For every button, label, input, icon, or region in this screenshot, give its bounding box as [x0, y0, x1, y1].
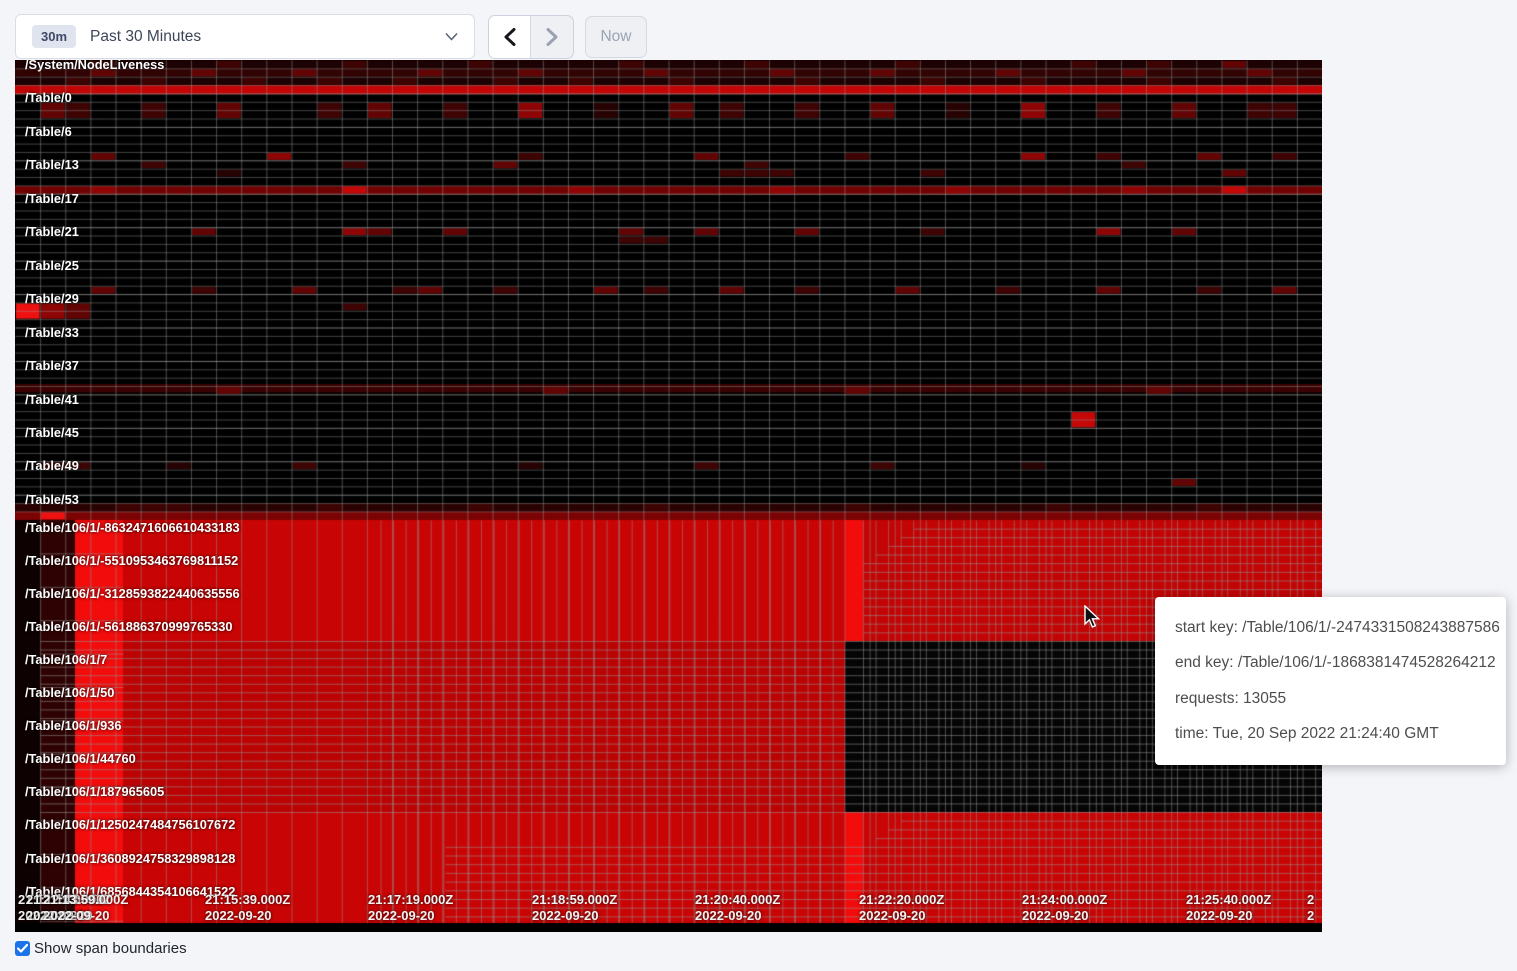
- tooltip-requests: requests: 13055: [1175, 690, 1486, 708]
- y-axis-label: /Table/106/1/-8632471606610433183: [25, 521, 240, 535]
- y-axis-label: /Table/6: [25, 125, 72, 139]
- y-axis-label: /Table/106/1/-5510953463769811152: [25, 554, 238, 568]
- y-axis-label: /Table/21: [25, 225, 79, 239]
- x-axis-tick: 21:13:59.000Z2022-09-20: [43, 892, 128, 924]
- y-axis-label: /Table/45: [25, 426, 79, 440]
- show-span-boundaries-checkbox[interactable]: [15, 941, 30, 956]
- y-axis-label: /Table/106/1/936: [25, 719, 122, 733]
- y-axis-label: /Table/106/1/44760: [25, 752, 136, 766]
- x-axis-tick: 21:24:00.000Z2022-09-20: [1022, 892, 1107, 924]
- y-axis-label: /Table/106/1/50: [25, 686, 114, 700]
- y-axis-label: /Table/53: [25, 493, 79, 507]
- toolbar: 30m Past 30 Minutes Now: [0, 0, 1517, 60]
- x-axis-tick: 21:18:59.000Z2022-09-20: [532, 892, 617, 924]
- x-axis-tick: 21:22:20.000Z2022-09-20: [859, 892, 944, 924]
- now-button[interactable]: Now: [585, 16, 647, 58]
- show-span-boundaries-label: Show span boundaries: [34, 940, 187, 957]
- keyviz-heatmap-canvas[interactable]: [15, 60, 1322, 932]
- tooltip-time: time: Tue, 20 Sep 2022 21:24:40 GMT: [1175, 725, 1486, 743]
- y-axis-label: /Table/41: [25, 393, 79, 407]
- y-axis-label: /Table/0: [25, 91, 72, 105]
- x-axis-tick: 21:25:40.000Z2022-09-20: [1186, 892, 1271, 924]
- y-axis-label: /System/NodeLiveness: [25, 60, 164, 72]
- mouse-cursor-icon: [1083, 605, 1101, 629]
- y-axis-label: /Table/49: [25, 459, 79, 473]
- nav-forward-button[interactable]: [531, 16, 573, 58]
- time-range-badge: 30m: [32, 25, 76, 48]
- tooltip-start-key: start key: /Table/106/1/-247433150824388…: [1175, 619, 1486, 637]
- y-axis-label: /Table/106/1/1250247484756107672: [25, 818, 235, 832]
- y-axis-label: /Table/106/1/187965605: [25, 785, 164, 799]
- tooltip-end-key: end key: /Table/106/1/-18683814745282642…: [1175, 654, 1486, 672]
- y-axis-label: /Table/33: [25, 326, 79, 340]
- nav-back-button[interactable]: [489, 16, 531, 58]
- y-axis-label: /Table/106/1/-561886370999765330: [25, 620, 233, 634]
- y-axis-label: /Table/17: [25, 192, 79, 206]
- y-axis-label: /Table/106/1/7: [25, 653, 107, 667]
- y-axis-label: /Table/13: [25, 158, 79, 172]
- time-range-label: Past 30 Minutes: [90, 28, 437, 46]
- time-range-dropdown[interactable]: 30m Past 30 Minutes: [15, 14, 475, 59]
- x-axis-tick: 21:20:40.000Z2022-09-20: [695, 892, 780, 924]
- x-axis-tick: 21:15:39.000Z2022-09-20: [205, 892, 290, 924]
- footer: Show span boundaries: [15, 940, 187, 957]
- x-axis-tick: 21:17:19.000Z2022-09-20: [368, 892, 453, 924]
- y-axis-label: /Table/106/1/-3128593822440635556: [25, 587, 240, 601]
- y-axis-label: /Table/29: [25, 292, 79, 306]
- y-axis-label: /Table/25: [25, 259, 79, 273]
- chevron-down-icon: [445, 29, 458, 44]
- hover-tooltip: start key: /Table/106/1/-247433150824388…: [1155, 597, 1506, 765]
- keyviz-chart: /System/NodeLiveness/Table/0/Table/6/Tab…: [15, 60, 1322, 932]
- y-axis-label: /Table/106/1/3608924758329898128: [25, 852, 235, 866]
- time-nav-group: [488, 15, 574, 59]
- y-axis-label: /Table/37: [25, 359, 79, 373]
- x-axis-tick: 22: [1307, 892, 1314, 924]
